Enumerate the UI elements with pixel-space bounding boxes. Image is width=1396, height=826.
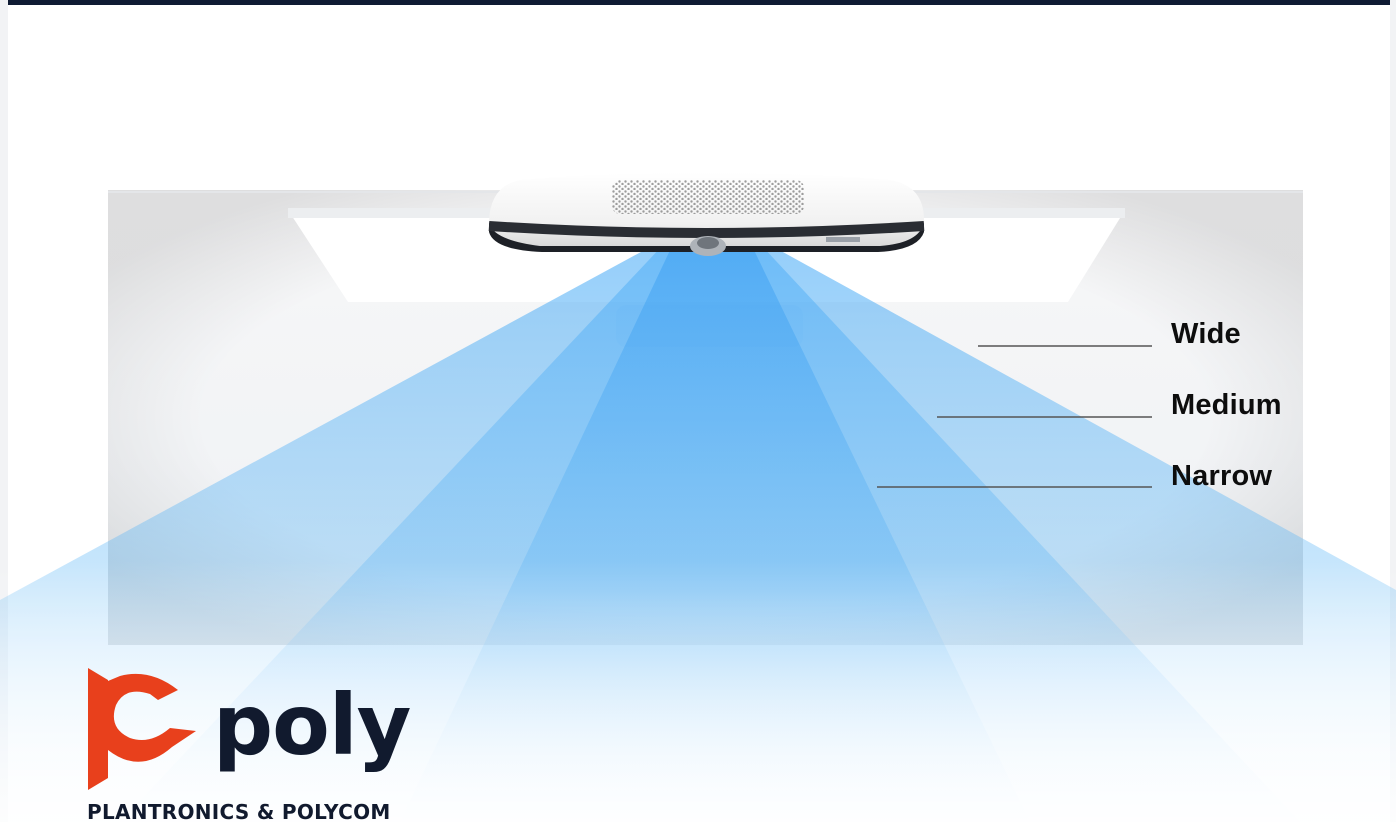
video-bar-device xyxy=(488,172,925,256)
narrow-label: Narrow xyxy=(1171,460,1273,492)
speaker-grille xyxy=(612,180,804,214)
poly-wordmark: poly xyxy=(213,676,411,774)
medium-label: Medium xyxy=(1171,389,1282,421)
wide-label: Wide xyxy=(1171,318,1241,350)
